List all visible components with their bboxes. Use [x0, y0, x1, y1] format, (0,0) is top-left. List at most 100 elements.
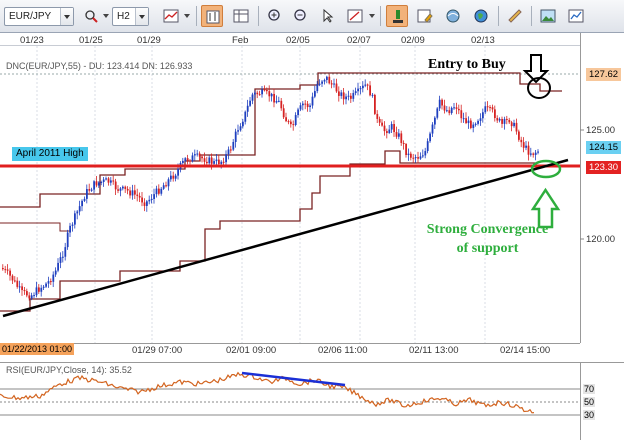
candle-body: [273, 93, 275, 103]
candle-body: [467, 120, 470, 124]
candle-body: [398, 133, 400, 137]
candle-body: [311, 96, 314, 106]
candle-body: [110, 180, 112, 183]
candle-body: [474, 123, 477, 125]
candle-body: [422, 155, 424, 157]
zoom-in-button[interactable]: [264, 5, 286, 27]
symbol-select[interactable]: EUR/JPY: [4, 7, 74, 26]
candle-body: [328, 76, 331, 84]
save-image-button[interactable]: [537, 5, 559, 27]
candle-body: [208, 157, 211, 164]
candle-body: [496, 118, 499, 121]
cursor-button[interactable]: [316, 5, 338, 27]
candle-body: [431, 124, 434, 134]
candle-body: [71, 224, 74, 226]
candle-body: [170, 175, 172, 180]
candle-body: [314, 91, 316, 97]
candle-body: [429, 133, 431, 142]
price-tag-current: 124.15: [586, 141, 622, 154]
candle-body: [270, 93, 273, 97]
candle-body: [30, 295, 33, 299]
candle-body: [198, 153, 201, 157]
candle-body: [359, 88, 362, 90]
candle-body: [78, 206, 81, 212]
candle-body: [510, 122, 513, 127]
candle-body: [203, 158, 206, 162]
candle-body: [338, 91, 340, 96]
chevron-down-icon: [60, 8, 73, 25]
candle-body: [482, 112, 484, 119]
chart-table-icon: [233, 9, 249, 23]
candle-body: [213, 161, 215, 164]
rsi-legend: RSI(EUR/JPY,Close, 14): 35.52: [6, 365, 132, 375]
candle-body: [405, 143, 407, 155]
timeframe-select[interactable]: H2: [112, 7, 149, 26]
candle-body: [16, 280, 19, 287]
candle-body: [222, 161, 225, 163]
zoom-out-button[interactable]: [290, 5, 312, 27]
candle-body: [218, 159, 220, 165]
candle-body: [182, 160, 184, 163]
drawing-icon: [347, 9, 363, 23]
candlestick-toggle-icon: [206, 10, 220, 24]
candle-body: [23, 290, 26, 292]
candlestick-toggle-button[interactable]: [201, 5, 223, 27]
globe-button[interactable]: [470, 5, 492, 27]
candle-body: [292, 124, 295, 126]
candle-body: [251, 94, 254, 101]
top-date-label: 01/25: [79, 35, 103, 46]
symbol-value: EUR/JPY: [9, 11, 52, 22]
candle-body: [177, 168, 179, 176]
cursor-date-label: 01/22/2013 01:00: [0, 343, 75, 355]
top-date-label: 01/29: [137, 35, 161, 46]
candle-body: [446, 110, 448, 112]
chart-type-button[interactable]: [160, 5, 182, 27]
price-chart[interactable]: 01/23 01/25 01/29 Feb 02/05 02/07 02/09 …: [0, 33, 624, 355]
candle-body: [174, 175, 177, 179]
candle-body: [302, 103, 304, 106]
candle-body: [489, 107, 491, 109]
bar-chart-icon: [163, 9, 179, 23]
candle-body: [261, 89, 263, 95]
indicators-button[interactable]: [442, 5, 464, 27]
top-date-label: 01/23: [20, 35, 44, 46]
candle-body: [45, 283, 47, 287]
candle-body: [323, 79, 326, 82]
rsi-tick-label: 50: [584, 397, 594, 407]
candle-body: [280, 100, 283, 109]
chevron-down-icon[interactable]: [184, 14, 190, 18]
edit-button[interactable]: [386, 5, 408, 27]
candle-body: [522, 142, 525, 148]
candle-body: [225, 154, 227, 163]
chevron-down-icon[interactable]: [369, 14, 375, 18]
candle-body: [117, 189, 119, 191]
ruler-button[interactable]: [504, 5, 526, 27]
candle-body: [122, 186, 124, 189]
candle-body: [297, 109, 299, 116]
drawing-tools-button[interactable]: [344, 5, 366, 27]
candle-body: [400, 133, 403, 143]
export-button[interactable]: [565, 5, 587, 27]
candle-body: [153, 194, 155, 200]
toolbar-separator: [380, 6, 381, 26]
candle-body: [371, 94, 374, 96]
candle-body: [537, 151, 539, 153]
rsi-tick-label: 70: [584, 384, 594, 394]
candle-body: [129, 190, 131, 196]
candle-body: [374, 94, 376, 114]
candle-body: [518, 131, 520, 140]
candle-body: [424, 151, 427, 156]
candle-body: [81, 200, 83, 207]
chevron-down-icon[interactable]: [103, 14, 109, 18]
candle-body: [258, 94, 261, 96]
candle-body: [191, 155, 194, 162]
candle-body: [357, 88, 359, 92]
candle-body: [287, 121, 290, 123]
candle-body: [230, 149, 232, 151]
crosshair-zoom-button[interactable]: [80, 5, 102, 27]
candle-body: [52, 274, 55, 282]
chart-table-button[interactable]: [230, 5, 252, 27]
candle-body: [47, 281, 50, 284]
export-icon: [568, 9, 584, 23]
settings-button[interactable]: [414, 5, 436, 27]
